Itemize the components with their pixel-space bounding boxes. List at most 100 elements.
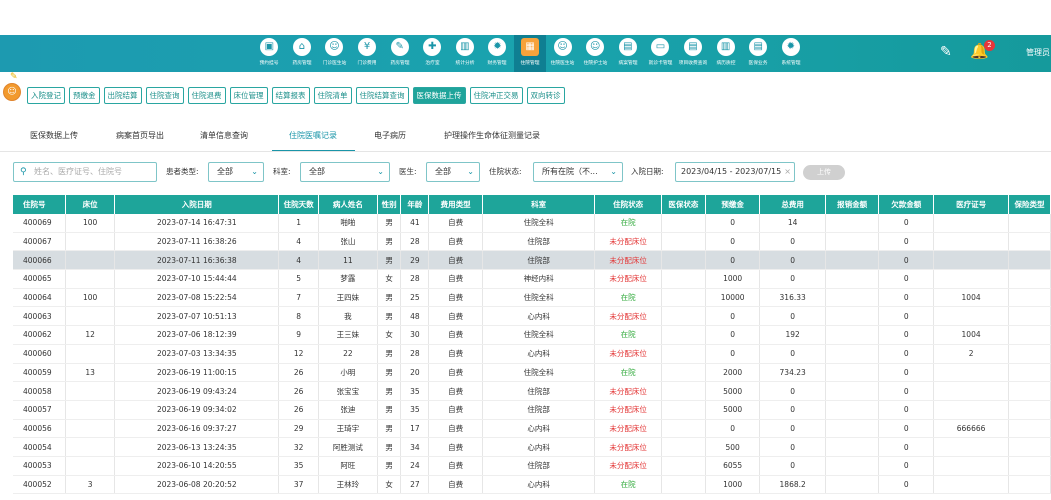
- column-header[interactable]: 总费用: [759, 195, 826, 214]
- func-button[interactable]: 住院冲正交易: [469, 87, 523, 104]
- column-header[interactable]: 报销金额: [825, 195, 880, 214]
- table-cell: 自费: [428, 269, 483, 289]
- column-header[interactable]: 医保状态: [661, 195, 706, 214]
- edit-icon[interactable]: ✎: [940, 44, 952, 60]
- table-row[interactable]: 400059 13 2023-06-19 11:00:15 26 小明男 20 自费 住院全科…: [13, 363, 1051, 383]
- table-cell: 32: [278, 437, 319, 457]
- nav-item-inpatient-doctor[interactable]: ☺ 住院医生站: [546, 35, 579, 72]
- table-cell: 27: [400, 475, 430, 495]
- table-cell: 男: [377, 456, 402, 476]
- table-cell: 自费: [428, 381, 483, 401]
- status-select[interactable]: 所有在院（不... ⌄: [533, 162, 623, 182]
- table-cell: 13: [65, 363, 116, 383]
- func-button[interactable]: 出院结算: [103, 87, 142, 104]
- nav-item-label: 病历质控: [716, 60, 736, 66]
- func-button[interactable]: 双向转诊: [526, 87, 565, 104]
- table-cell: 自费: [428, 419, 483, 439]
- func-button[interactable]: 预缴金: [69, 87, 100, 104]
- tab-item[interactable]: 电子病历: [374, 130, 406, 141]
- table-cell: 自费: [428, 363, 483, 383]
- nav-item-calendar[interactable]: ▣ 预约挂号: [253, 35, 286, 72]
- column-header[interactable]: 保险类型: [1008, 195, 1051, 214]
- table-cell: 14: [759, 214, 826, 233]
- table-row[interactable]: 400064 100 2023-07-08 15:22:54 7 王四妹男 25 自费 住院全…: [13, 288, 1051, 308]
- upload-button[interactable]: 上传: [803, 165, 845, 180]
- column-header[interactable]: 性别: [377, 195, 402, 214]
- table-cell: [1008, 250, 1051, 271]
- table-cell: [933, 475, 1010, 495]
- date-range-input[interactable]: 2023/04/15 - 2023/07/15 ×: [675, 162, 795, 182]
- column-header[interactable]: 床位: [65, 195, 116, 214]
- nav-item-hospital[interactable]: ▦ 住院管理: [513, 35, 547, 72]
- func-button[interactable]: 住院退费: [187, 87, 226, 104]
- nav-item-pill[interactable]: ✎ 药房管理: [383, 35, 416, 72]
- table-cell: 0: [878, 400, 935, 420]
- func-button[interactable]: 结算报表: [271, 87, 310, 104]
- nav-item-pharmacy[interactable]: ⌂ 药房管理: [286, 35, 319, 72]
- column-header[interactable]: 年龄: [400, 195, 430, 214]
- column-header[interactable]: 住院天数: [278, 195, 319, 214]
- column-header[interactable]: 科室: [482, 195, 596, 214]
- table-row[interactable]: 400052 3 2023-06-08 20:20:52 37 王林玲女 27 自费 心内科在…: [13, 475, 1051, 495]
- tab-item[interactable]: 清单信息查询: [200, 130, 248, 141]
- column-header[interactable]: 入院日期: [114, 195, 280, 214]
- table-row[interactable]: 400069 100 2023-07-14 16:47:31 1 啪啪男 41 自费 住院全科…: [13, 214, 1051, 233]
- nav-item-record[interactable]: ▤ 病案管理: [612, 35, 645, 72]
- table-row[interactable]: 400062 12 2023-07-06 18:12:39 9 王三妹女 30 自费 住院全科…: [13, 325, 1051, 345]
- column-header[interactable]: 住院号: [13, 195, 67, 214]
- table-cell: 自费: [428, 437, 483, 457]
- table-cell: 400056: [13, 419, 67, 439]
- tab-item[interactable]: 病案首页导出: [116, 130, 164, 141]
- dept-select[interactable]: 全部 ⌄: [300, 162, 390, 182]
- column-header[interactable]: 病人姓名: [318, 195, 378, 214]
- table-row[interactable]: 400065 2023-07-10 15:44:44 5 梦露女 28 自费 神经内科 未分配…: [13, 269, 1051, 289]
- table-row[interactable]: 400060 2023-07-03 13:34:35 12 22 男 28 自费 心内科 未分配…: [13, 344, 1051, 364]
- nav-item-quality[interactable]: ▥ 病历质控: [709, 35, 742, 72]
- nav-item-nurse[interactable]: ☺ 住院护士站: [579, 35, 612, 72]
- patient-type-select[interactable]: 全部 ⌄: [208, 162, 264, 182]
- func-button[interactable]: 住院结算查询: [355, 87, 409, 104]
- table-row[interactable]: 400057 2023-06-19 09:34:02 26 张迪男 35 自费 住院部 未分配…: [13, 400, 1051, 420]
- table-cell: 未分配床位: [594, 269, 662, 289]
- tab-item[interactable]: 医保数据上传: [30, 130, 78, 141]
- table-cell: 男: [377, 232, 402, 252]
- table-cell: [661, 400, 706, 420]
- clear-icon[interactable]: ×: [784, 163, 791, 181]
- table-cell: 7: [278, 288, 319, 308]
- nav-item-query[interactable]: ▤ 项目收费查询: [677, 35, 710, 72]
- nav-item-settings[interactable]: ✹ 系统管理: [775, 35, 808, 72]
- table-row[interactable]: 400056 2023-06-16 09:37:27 29 王琦宇男 17 自费 心内科 未分…: [13, 419, 1051, 439]
- func-button[interactable]: 医保数据上传: [412, 87, 466, 104]
- table-cell: [825, 344, 880, 364]
- nav-item-doctor[interactable]: ☺ 门诊医生站: [318, 35, 351, 72]
- column-header[interactable]: 预缴金: [705, 195, 761, 214]
- column-header[interactable]: 欠款金额: [878, 195, 935, 214]
- table-row[interactable]: 400053 2023-06-10 14:20:55 35 阿旺男 24 自费 住院部 未分配…: [13, 456, 1051, 476]
- table-cell: 男: [377, 419, 402, 439]
- column-header[interactable]: 住院状态: [594, 195, 662, 214]
- nav-item-coin[interactable]: ¥ 门诊费用: [351, 35, 384, 72]
- search-input[interactable]: ⚲ 姓名、医疗证号、住院号: [13, 162, 157, 182]
- nav-item-insurance[interactable]: ▤ 医保业务: [742, 35, 775, 72]
- func-button[interactable]: 住院清单: [313, 87, 352, 104]
- tab-item[interactable]: 护理操作生命体征测量记录: [444, 130, 540, 141]
- nav-item-treatment[interactable]: ✚ 治疗室: [416, 35, 449, 72]
- table-row[interactable]: 400054 2023-06-13 13:24:35 32 阿胜测试男 34 自费 心内科未…: [13, 437, 1051, 457]
- table-row[interactable]: 400058 2023-06-19 09:43:24 26 张宝宝男 35 自费 住院部 未分…: [13, 381, 1051, 401]
- table-row[interactable]: 400066 2023-07-11 16:36:38 4 11 男 29 自费 住院部 未分配床…: [13, 250, 1051, 271]
- user-name[interactable]: 管理员: [1026, 47, 1050, 58]
- tab-item[interactable]: 住院医嘱记录: [289, 130, 337, 141]
- nav-item-card[interactable]: ▭ 就诊卡管理: [644, 35, 677, 72]
- doctor-select[interactable]: 全部 ⌄: [426, 162, 480, 182]
- nav-item-chart[interactable]: ▥ 统计分析: [449, 35, 482, 72]
- func-button[interactable]: 床位管理: [229, 87, 268, 104]
- table-row[interactable]: 400067 2023-07-11 16:38:26 4 张山男 28 自费 住院部 未分配床…: [13, 232, 1051, 252]
- table-row[interactable]: 400063 2023-07-07 10:51:13 8 我男 48 自费 心内科 未分配床位…: [13, 306, 1051, 327]
- avatar[interactable]: ☺: [3, 83, 21, 101]
- column-header[interactable]: 医疗证号: [933, 195, 1010, 214]
- column-header[interactable]: 费用类型: [428, 195, 483, 214]
- table-cell: 0: [759, 437, 826, 457]
- nav-item-finance[interactable]: ✹ 财务管理: [481, 35, 514, 72]
- func-button[interactable]: 住院查询: [145, 87, 184, 104]
- func-button[interactable]: 入院登记: [27, 87, 65, 104]
